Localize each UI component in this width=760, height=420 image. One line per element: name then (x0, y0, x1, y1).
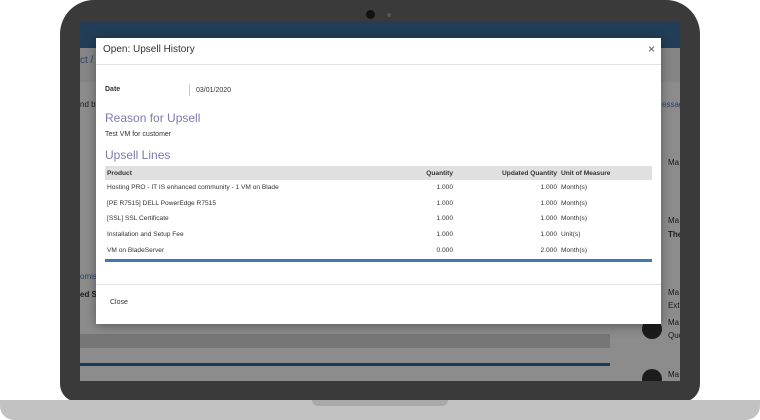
reason-title: Reason for Upsell (105, 111, 201, 125)
updated-quantity-cell: 1.000 (540, 231, 557, 239)
quantity-cell: 1.000 (436, 231, 453, 239)
column-header-quantity[interactable]: Quantity (389, 166, 455, 180)
laptop-base-notch (312, 400, 448, 406)
product-cell: VM on BladeServer (107, 246, 165, 254)
quantity-cell: 1.000 (436, 199, 453, 207)
product-cell: Hosting PRO - IT IS enhanced community -… (107, 184, 279, 192)
quantity-cell: 1.000 (436, 184, 453, 192)
table-header-row: Product Quantity Updated Quantity Unit o… (105, 166, 652, 180)
dialog-header: Open: Upsell History × (96, 38, 661, 65)
product-cell: Installation and Setup Fee (107, 231, 184, 239)
field-divider (189, 84, 190, 96)
dialog-footer: Close (96, 284, 661, 325)
table-bottom-bar (105, 259, 652, 262)
quantity-cell: 0.000 (436, 246, 453, 254)
table-row[interactable]: Hosting PRO - IT IS enhanced community -… (105, 180, 652, 196)
sensor-icon (387, 13, 391, 17)
date-value: 03/01/2020 (196, 87, 232, 94)
upsell-lines-title: Upsell Lines (105, 148, 171, 162)
upsell-history-dialog: Open: Upsell History × Date 03/01/2020 R… (96, 38, 661, 324)
table-row[interactable]: Installation and Setup Fee 1.000 1.000 U… (105, 227, 652, 243)
close-icon[interactable]: × (648, 42, 655, 56)
date-label: Date (105, 86, 121, 93)
updated-quantity-cell: 2.000 (540, 246, 557, 254)
dialog-title: Open: Upsell History (103, 44, 195, 55)
updated-quantity-cell: 1.000 (540, 184, 557, 192)
product-cell: [SSL] SSL Certificate (107, 215, 169, 223)
camera-icon (366, 10, 375, 19)
product-cell: [PE R7515] DELL PowerEdge R7515 (107, 199, 216, 207)
reason-text: Test VM for customer (105, 131, 172, 138)
close-button[interactable]: Close (110, 299, 128, 306)
unit-cell: Month(s) (561, 184, 588, 192)
quantity-cell: 1.000 (436, 215, 453, 223)
updated-quantity-cell: 1.000 (540, 215, 557, 223)
unit-cell: Month(s) (561, 246, 588, 254)
table-row[interactable]: VM on BladeServer 0.000 2.000 Month(s) (105, 242, 652, 258)
column-header-unit[interactable]: Unit of Measure (559, 166, 652, 180)
table-row[interactable]: [PE R7515] DELL PowerEdge R7515 1.000 1.… (105, 196, 652, 212)
column-header-product[interactable]: Product (105, 166, 389, 180)
table-row[interactable]: [SSL] SSL Certificate 1.000 1.000 Month(… (105, 211, 652, 227)
upsell-lines-table: Product Quantity Updated Quantity Unit o… (105, 166, 652, 258)
updated-quantity-cell: 1.000 (540, 199, 557, 207)
unit-cell: Unit(s) (561, 231, 581, 239)
unit-cell: Month(s) (561, 215, 588, 223)
unit-cell: Month(s) (561, 199, 588, 207)
column-header-updated-quantity[interactable]: Updated Quantity (455, 166, 559, 180)
